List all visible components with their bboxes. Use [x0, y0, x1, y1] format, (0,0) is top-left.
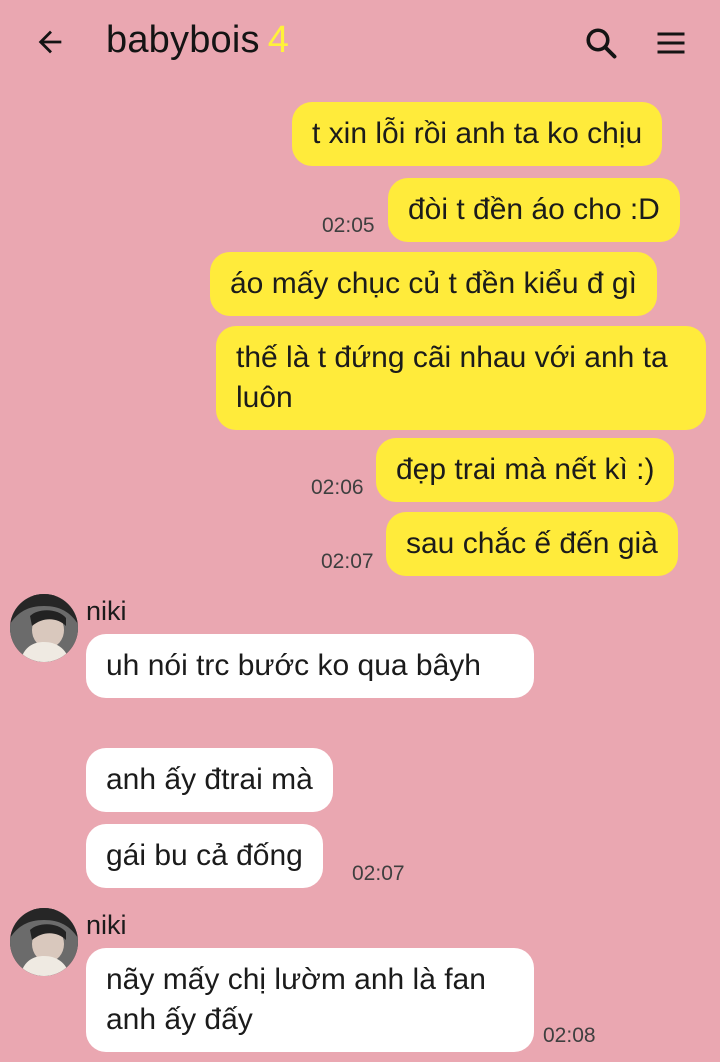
message-bubble-incoming[interactable]: gái bu cả đống	[86, 824, 323, 888]
chat-header: babybois 4	[0, 0, 720, 86]
member-count: 4	[267, 19, 290, 61]
avatar[interactable]	[10, 908, 78, 976]
hamburger-menu-icon	[657, 32, 685, 54]
search-icon	[586, 28, 617, 59]
message-bubble-incoming[interactable]: anh ấy đtrai mà	[86, 748, 333, 812]
message-bubble-outgoing[interactable]: thế là t đứng cãi nhau với anh ta luôn	[216, 326, 706, 430]
message-timestamp: 02:07	[321, 550, 374, 573]
chat-title: babybois 4	[106, 19, 289, 62]
back-button[interactable]	[30, 22, 70, 62]
message-timestamp: 02:08	[543, 1024, 596, 1047]
message-timestamp: 02:05	[322, 214, 375, 237]
message-bubble-incoming[interactable]: nãy mấy chị lườm anh là fan anh ấy đấy	[86, 948, 534, 1052]
user-photo-icon	[10, 908, 78, 976]
message-bubble-outgoing[interactable]: áo mấy chục củ t đền kiểu đ gì	[210, 252, 657, 316]
message-bubble-outgoing[interactable]: đẹp trai mà nết kì :)	[376, 438, 675, 502]
message-bubble-outgoing[interactable]: sau chắc ế đến già	[386, 512, 678, 576]
menu-button[interactable]	[650, 22, 692, 64]
avatar[interactable]	[10, 594, 78, 662]
sender-name: niki	[86, 910, 127, 940]
message-bubble-outgoing[interactable]: t xin lỗi rồi anh ta ko chịu	[292, 102, 663, 166]
message-bubble-incoming[interactable]: uh nói trc bước ko qua bâyh	[86, 634, 534, 698]
search-button[interactable]	[580, 22, 622, 64]
message-bubble-outgoing[interactable]: đòi t đền áo cho :D	[388, 178, 680, 242]
message-timestamp: 02:06	[311, 476, 364, 499]
message-timestamp: 02:07	[352, 862, 405, 885]
chat-name: babybois	[106, 19, 260, 61]
arrow-left-icon	[38, 30, 62, 54]
user-photo-icon	[10, 594, 78, 662]
sender-name: niki	[86, 596, 127, 626]
